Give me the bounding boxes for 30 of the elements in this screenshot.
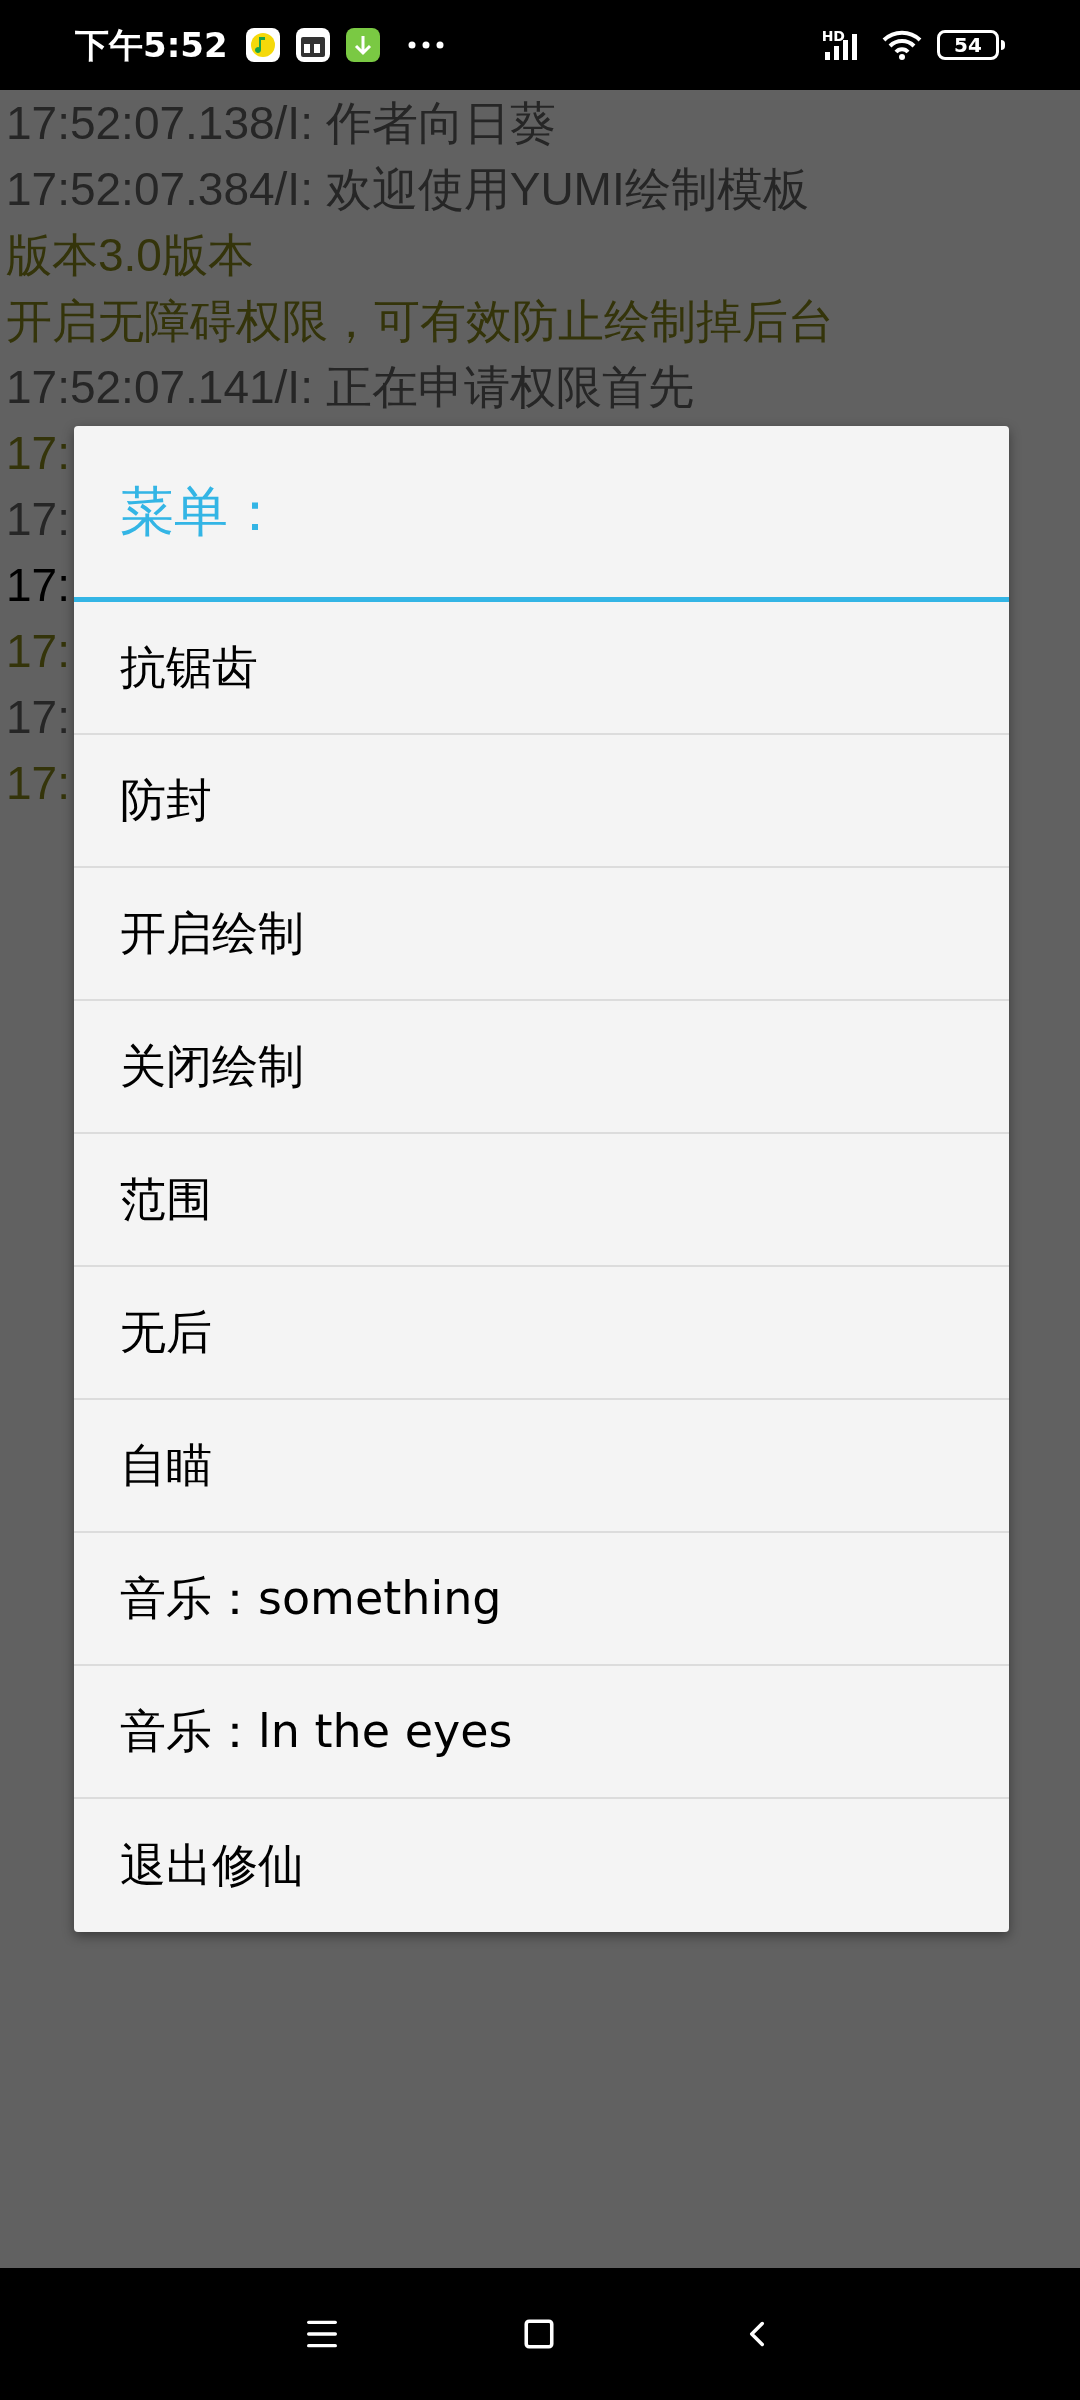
- download-icon: [345, 28, 380, 62]
- menu-item[interactable]: 退出修仙: [74, 1799, 1009, 1932]
- music-app-icon: [245, 28, 280, 62]
- dialog-title: 菜单：: [120, 479, 282, 545]
- menu-item[interactable]: 防封: [74, 735, 1009, 868]
- log-line: 17:: [6, 624, 70, 679]
- menu-item[interactable]: 抗锯齿: [74, 602, 1009, 735]
- log-line: 17:: [6, 492, 70, 547]
- menu-item[interactable]: 音乐：something: [74, 1533, 1009, 1666]
- wifi-icon: [881, 29, 923, 61]
- log-line: 17:: [6, 426, 70, 481]
- log-line: 17:: [6, 558, 70, 613]
- menu-item[interactable]: 开启绘制: [74, 868, 1009, 1001]
- log-line: 17:52:07.141/I: 正在申请权限首先: [6, 360, 694, 415]
- log-line: 版本3.0版本: [6, 228, 254, 283]
- menu-item[interactable]: 范围: [74, 1134, 1009, 1267]
- log-line: 17:52:07.138/I: 作者向日葵: [6, 96, 556, 151]
- log-line: 17:: [6, 756, 70, 811]
- menu-item[interactable]: 关闭绘制: [74, 1001, 1009, 1134]
- menu-item[interactable]: 自瞄: [74, 1400, 1009, 1533]
- more-icon: [407, 41, 444, 49]
- network-label: HD: [821, 27, 845, 46]
- log-line: 17:: [6, 690, 70, 745]
- home-icon[interactable]: [522, 2317, 556, 2351]
- log-line: 开启无障碍权限，可有效防止绘制掉后台: [6, 294, 834, 349]
- menu-item[interactable]: 音乐：ln the eyes: [74, 1666, 1009, 1799]
- log-line: 17:52:07.384/I: 欢迎使用YUMI绘制模板: [6, 162, 809, 217]
- clock: 下午5:52: [75, 23, 228, 67]
- editor-app-icon: [295, 28, 330, 62]
- menu-item[interactable]: 无后: [74, 1267, 1009, 1400]
